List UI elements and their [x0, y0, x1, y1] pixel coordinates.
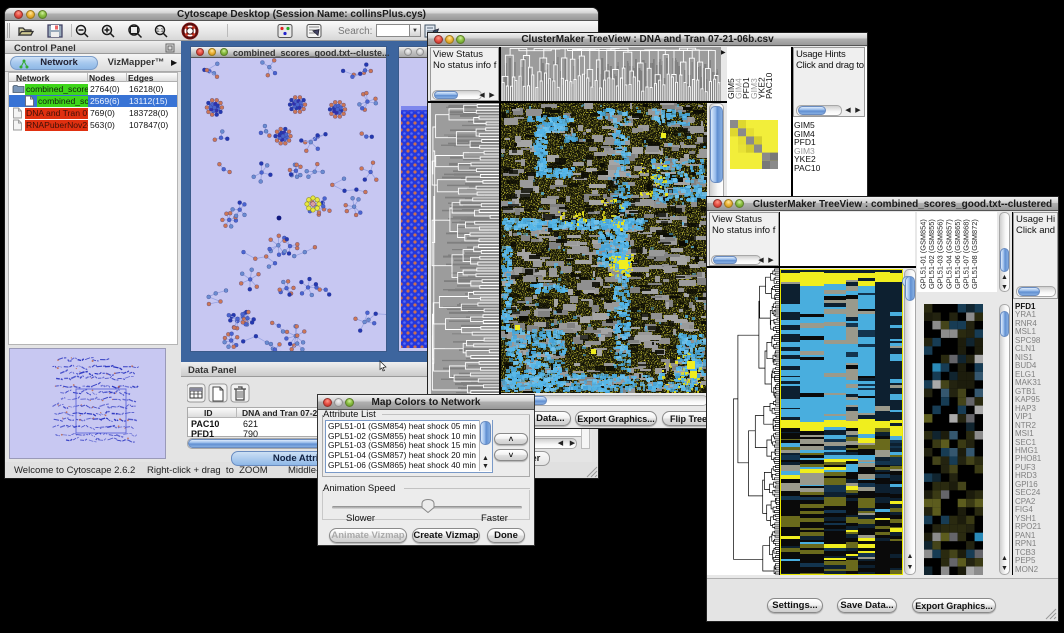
svg-text:1:1: 1:1	[157, 28, 164, 34]
svg-text:PAC10: PAC10	[764, 72, 774, 99]
svg-text:GPL51-08 (GSM872): GPL51-08 (GSM872)	[970, 219, 979, 289]
